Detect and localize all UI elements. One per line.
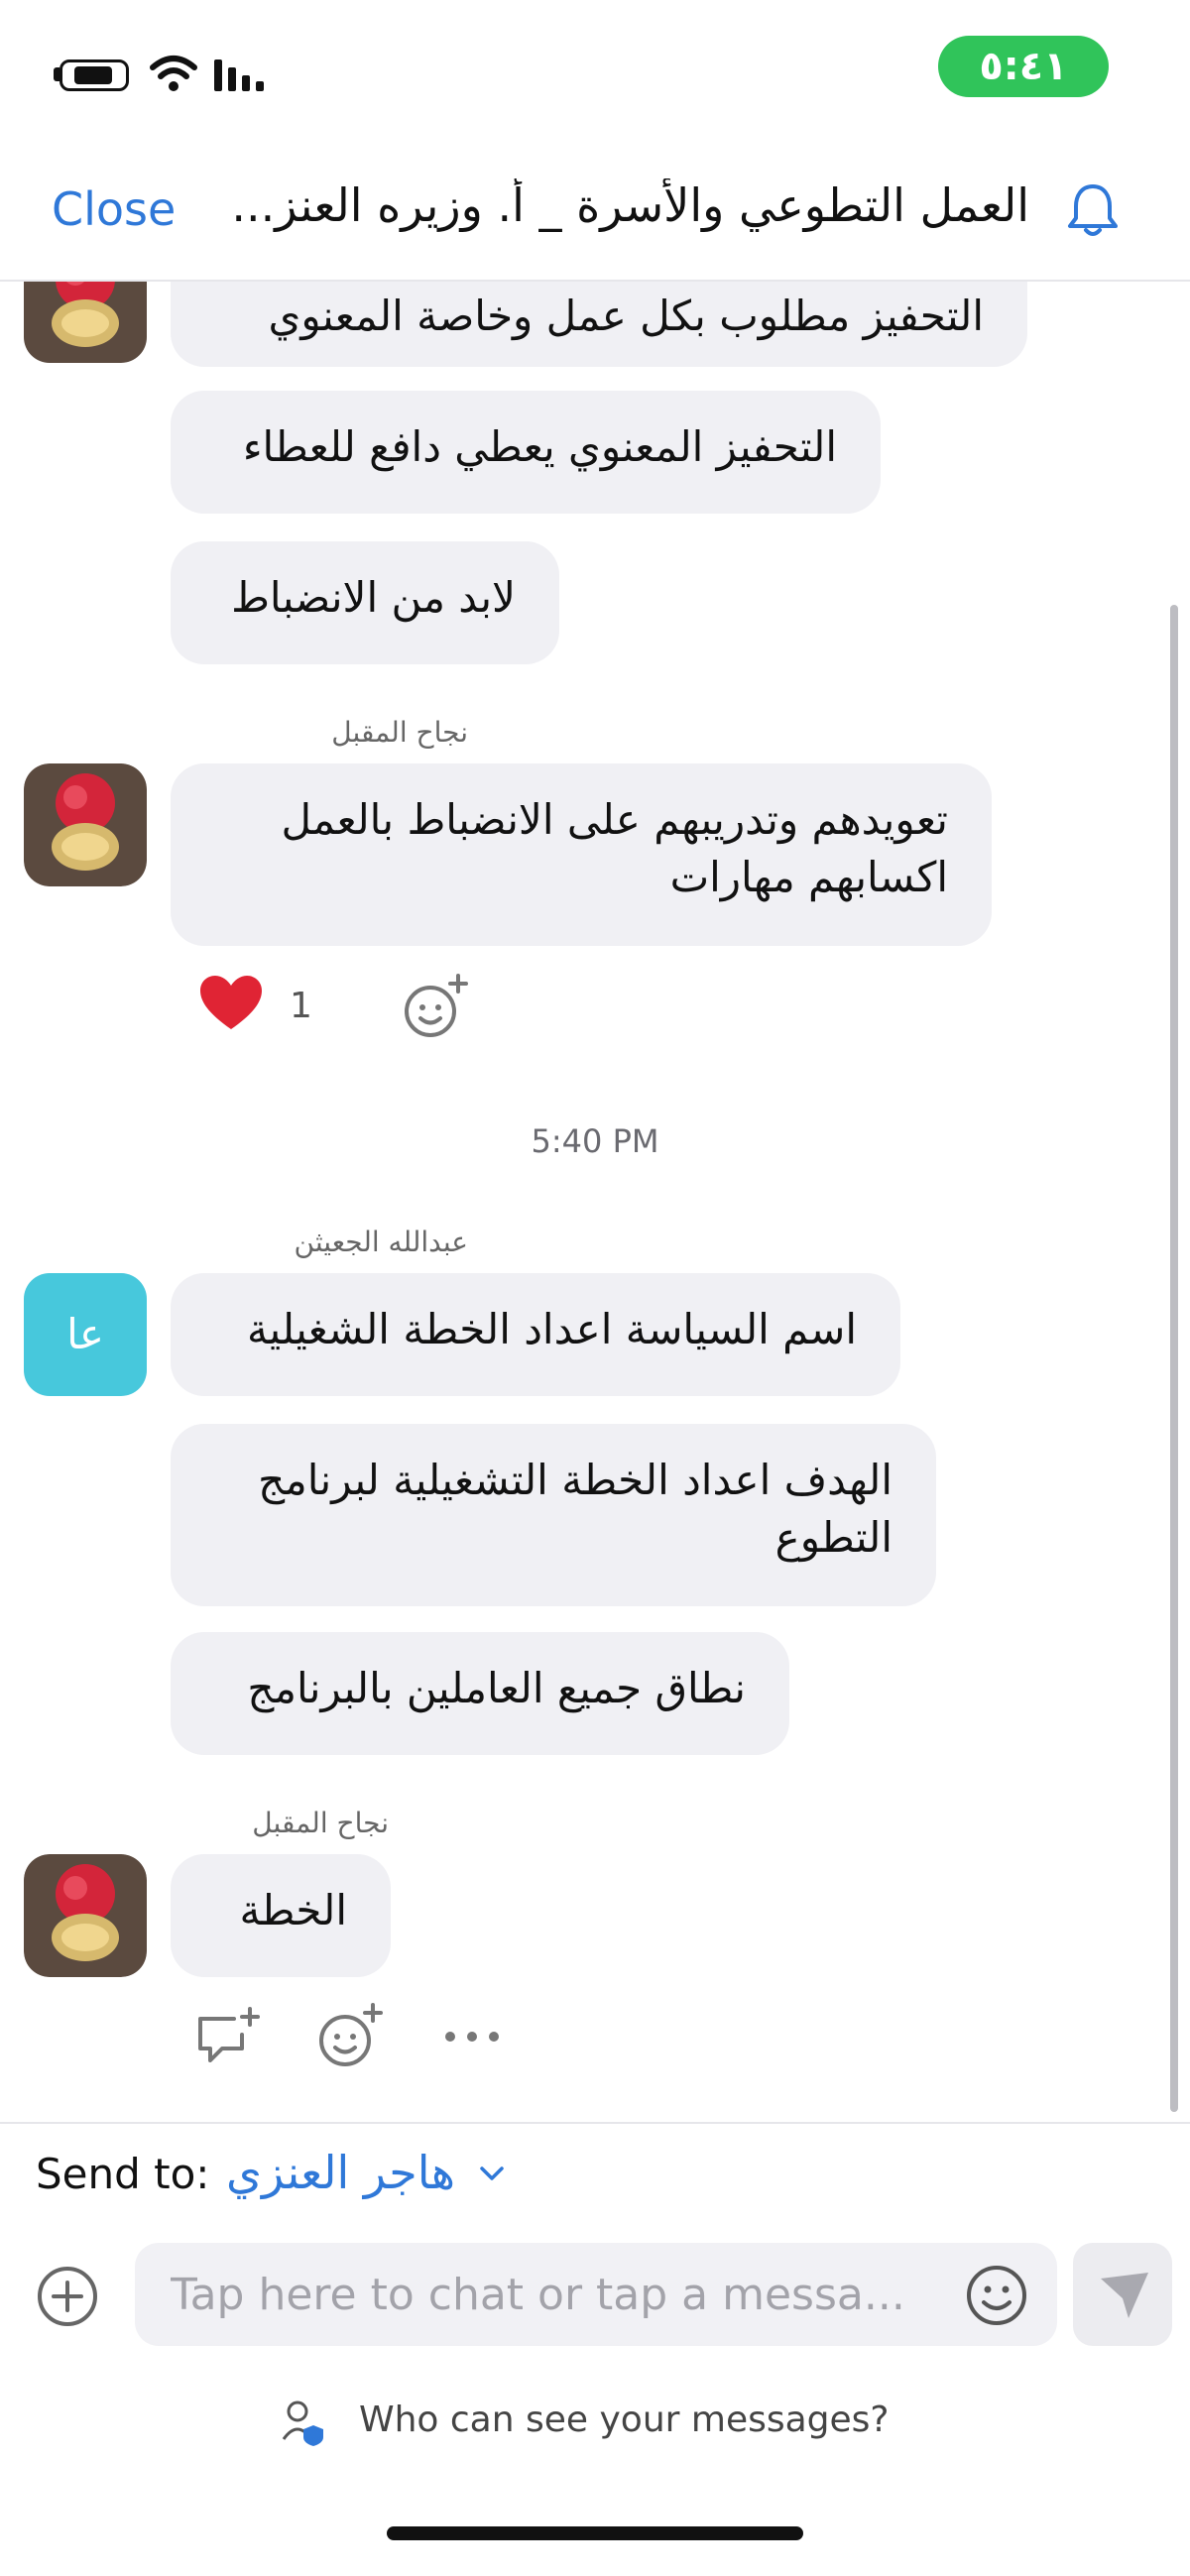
message-bubble[interactable]: الخطة	[171, 1854, 391, 1977]
privacy-link[interactable]: Who can see your messages?	[359, 2400, 890, 2440]
chevron-down-icon[interactable]	[478, 2160, 506, 2187]
message-bubble[interactable]: لابد من الانضباط	[171, 541, 559, 664]
send-button[interactable]	[1073, 2243, 1172, 2346]
scrollbar[interactable]	[1170, 605, 1178, 2112]
sender-name: نجاح المقبل	[252, 1807, 389, 1839]
send-icon	[1101, 2273, 1148, 2318]
message-bubble[interactable]: نطاق جميع العاملين بالبرنامج	[171, 1632, 789, 1755]
add-reaction-icon[interactable]	[399, 972, 472, 1041]
avatar[interactable]	[24, 763, 147, 886]
status-bar: ٥:٤١	[0, 0, 1190, 149]
avatar[interactable]	[24, 282, 147, 363]
add-reaction-icon[interactable]	[313, 2001, 387, 2070]
emoji-icon[interactable]	[964, 2263, 1029, 2328]
sender-name: نجاح المقبل	[331, 716, 468, 749]
clock-pill: ٥:٤١	[938, 36, 1109, 97]
more-options-icon[interactable]	[442, 2029, 502, 2045]
message-bubble[interactable]: اسم السياسة اعداد الخطة الشغيلية	[171, 1273, 900, 1396]
battery-tip	[54, 67, 60, 81]
home-indicator	[387, 2526, 803, 2540]
heart-reaction-icon[interactable]	[198, 974, 264, 1033]
signal-icon	[214, 59, 264, 91]
chat-title: العمل التطوعي والأسرة _ أ. وزيره العنز..…	[231, 178, 1029, 232]
sender-name: عبدالله الجعيثن	[294, 1226, 468, 1258]
message-line: تعويدهم وتدريبهم على الانضباط بالعمل	[281, 795, 948, 844]
message-line: الهدف اعداد الخطة التشغيلية لبرنامج	[258, 1456, 892, 1504]
message-bubble[interactable]: الهدف اعداد الخطة التشغيلية لبرنامج التط…	[171, 1424, 936, 1606]
message-line: اكسابهم مهارات	[669, 853, 948, 901]
battery-icon	[60, 59, 129, 91]
timestamp: 5:40 PM	[531, 1122, 659, 1160]
privacy-user-icon	[282, 2400, 323, 2446]
wifi-icon	[150, 56, 197, 91]
reaction-count: 1	[290, 986, 312, 1026]
message-bubble[interactable]: التحفيز مطلوب بكل عمل وخاصة المعنوي	[171, 282, 1027, 367]
add-attachment-icon[interactable]	[36, 2265, 99, 2328]
composer-divider	[0, 2122, 1190, 2124]
message-bubble[interactable]: التحفيز المعنوي يعطي دافع للعطاء	[171, 391, 881, 514]
close-button[interactable]: Close	[52, 182, 176, 236]
send-to-recipient[interactable]: هاجر العنزي	[226, 2146, 455, 2199]
reply-in-thread-icon[interactable]	[194, 2005, 264, 2070]
chat-input[interactable]	[135, 2243, 1057, 2346]
chat-header: Close العمل التطوعي والأسرة _ أ. وزيره ا…	[0, 149, 1190, 282]
message-line: التطوع	[774, 1513, 892, 1562]
send-to-label: Send to:	[36, 2150, 210, 2198]
message-bubble[interactable]: تعويدهم وتدريبهم على الانضباط بالعمل اكس…	[171, 763, 992, 946]
avatar[interactable]	[24, 1854, 147, 1977]
bell-icon[interactable]	[1061, 178, 1125, 242]
avatar-initials[interactable]: عا	[24, 1273, 147, 1396]
